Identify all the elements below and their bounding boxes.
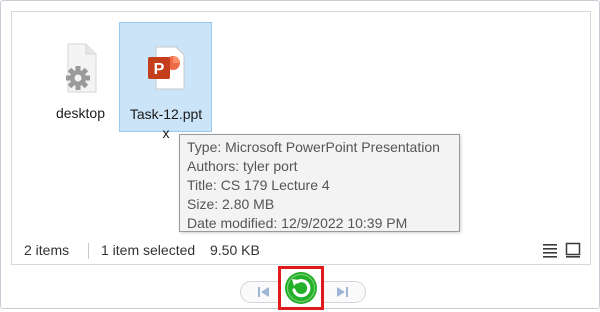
- explorer-window: desktop P Task-12.pptx Type: Microsoft P…: [0, 0, 600, 310]
- file-name: desktop: [55, 105, 106, 121]
- details-view-icon[interactable]: [541, 241, 559, 259]
- settings-file-icon: [66, 43, 97, 93]
- selected-size: 9.50 KB: [210, 242, 260, 258]
- powerpoint-file-icon: P: [148, 46, 185, 90]
- file-task-12-pptx[interactable]: P Task-12.pptx: [119, 22, 212, 141]
- refresh-icon: [285, 272, 317, 304]
- tooltip-date-modified: Date modified: 12/9/2022 10:39 PM: [187, 215, 408, 231]
- tooltip-size: Size: 2.80 MB: [187, 196, 275, 212]
- previous-icon[interactable]: [249, 283, 279, 301]
- file-pane: desktop P Task-12.pptx Type: Microsoft P…: [11, 11, 591, 265]
- selected-count: 1 item selected: [101, 242, 196, 258]
- tooltip-authors: Authors: tyler port: [187, 158, 298, 174]
- file-info-tooltip: Type: Microsoft PowerPoint Presentation …: [179, 134, 460, 232]
- svg-text:P: P: [154, 61, 165, 78]
- large-icons-view-icon[interactable]: [564, 241, 582, 259]
- status-separator: [88, 243, 89, 259]
- status-bar: 2 items 1 item selected 9.50 KB: [12, 237, 590, 263]
- next-icon[interactable]: [327, 283, 357, 301]
- tooltip-title: Title: CS 179 Lecture 4: [187, 177, 330, 193]
- file-desktop[interactable]: desktop: [34, 22, 127, 132]
- item-count: 2 items: [24, 242, 70, 258]
- refresh-button[interactable]: [278, 266, 324, 310]
- tooltip-type: Type: Microsoft PowerPoint Presentation: [187, 139, 440, 155]
